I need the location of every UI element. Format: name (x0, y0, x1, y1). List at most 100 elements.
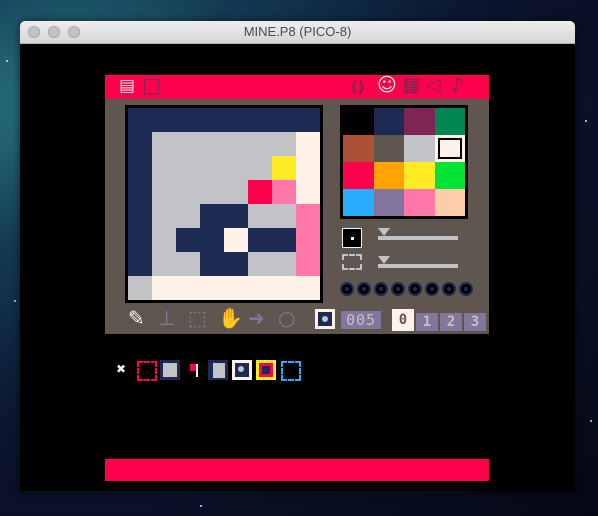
sprite-pixel[interactable] (128, 228, 152, 252)
sprite-pixel[interactable] (248, 108, 272, 132)
sprite-pixel[interactable] (248, 276, 272, 300)
sprite-pixel[interactable] (200, 204, 224, 228)
sprite-pixel[interactable] (152, 108, 176, 132)
sprite-pixel[interactable] (200, 252, 224, 276)
sprite-pixel[interactable] (200, 276, 224, 300)
sprite-canvas[interactable] (128, 108, 320, 300)
sprite-pixel[interactable] (248, 252, 272, 276)
sprite-flag-toggle[interactable] (408, 282, 422, 296)
sprite-pixel[interactable] (224, 228, 248, 252)
sprite-pixel[interactable] (272, 108, 296, 132)
palette-swatch[interactable] (343, 108, 374, 135)
circle-tool-icon[interactable]: ○ (278, 307, 295, 329)
sprite-pixel[interactable] (296, 180, 320, 204)
palette-swatch[interactable] (373, 189, 404, 216)
sprite-pixel[interactable] (272, 156, 296, 180)
palette-swatch[interactable] (343, 135, 374, 162)
sprite-pixel[interactable] (224, 132, 248, 156)
sprite-flag-toggle[interactable] (391, 282, 405, 296)
palette-swatch-selected[interactable] (434, 135, 465, 162)
sprite-pixel[interactable] (224, 180, 248, 204)
sprite-pixel[interactable] (176, 204, 200, 228)
sprite-tab-icon[interactable]: ☺ (377, 75, 397, 95)
sprite-pixel[interactable] (272, 252, 296, 276)
palette-swatch[interactable] (434, 189, 465, 216)
palette-swatch[interactable] (404, 135, 435, 162)
palette-swatch[interactable] (373, 162, 404, 189)
sprite-pixel[interactable] (248, 204, 272, 228)
stamp-tool-icon[interactable]: ⊥ (158, 307, 175, 329)
sprite-pixel[interactable] (152, 252, 176, 276)
sprite-pixel[interactable] (296, 228, 320, 252)
pencil-tool-icon[interactable]: ✎ (128, 307, 145, 329)
sprite-pixel[interactable] (272, 180, 296, 204)
mine-tile-icon[interactable] (232, 360, 252, 380)
sprite-pixel[interactable] (272, 276, 296, 300)
sprite-pixel[interactable] (176, 180, 200, 204)
sprite-pixel[interactable] (152, 132, 176, 156)
sprite-flag-toggle[interactable] (459, 282, 473, 296)
palette-swatch[interactable] (434, 108, 465, 135)
sprite-pixel[interactable] (200, 156, 224, 180)
code-editor-tab-icon[interactable]: ▤ (119, 76, 135, 96)
sprite-pixel[interactable] (128, 180, 152, 204)
sprite-pixel[interactable] (248, 228, 272, 252)
sprite-pixel[interactable] (296, 204, 320, 228)
sprite-pixel[interactable] (128, 276, 152, 300)
palette-swatch[interactable] (404, 189, 435, 216)
sheet-tab-3[interactable]: 3 (464, 313, 486, 331)
sprite-pixel[interactable] (200, 180, 224, 204)
sprite-pixel[interactable] (296, 276, 320, 300)
sprite-pixel[interactable] (152, 276, 176, 300)
palette-swatch[interactable] (343, 162, 374, 189)
sprite-pixel[interactable] (152, 204, 176, 228)
sprite-pixel[interactable] (296, 156, 320, 180)
music-tab-icon[interactable]: ♪ (451, 75, 463, 95)
dashed-frame-tile-icon[interactable] (136, 360, 157, 381)
palette-swatch[interactable] (404, 108, 435, 135)
sprite-flag-toggle[interactable] (442, 282, 456, 296)
sprite-pixel[interactable] (200, 132, 224, 156)
palette-swatch[interactable] (404, 162, 435, 189)
brush-size-slider[interactable] (378, 236, 458, 240)
sprite-pixel[interactable] (296, 252, 320, 276)
sprite-pixel[interactable] (296, 132, 320, 156)
sprite-pixel[interactable] (176, 228, 200, 252)
code-tab-icon[interactable]: () (351, 77, 365, 97)
sprite-pixel[interactable] (272, 228, 296, 252)
sprite-pixel[interactable] (272, 132, 296, 156)
sprite-pixel[interactable] (248, 180, 272, 204)
sprite-pixel[interactable] (128, 108, 152, 132)
sheet-tab-2[interactable]: 2 (440, 313, 462, 331)
sheet-tab-0[interactable]: 0 (392, 309, 414, 331)
dark-frame-tile-icon[interactable] (208, 360, 228, 380)
sprite-pixel[interactable] (224, 156, 248, 180)
sprite-pixel[interactable] (272, 204, 296, 228)
sprite-pixel[interactable] (128, 156, 152, 180)
palette-swatch[interactable] (343, 189, 374, 216)
sprite-pixel[interactable] (128, 252, 152, 276)
map-tab-icon[interactable]: ▦ (402, 75, 420, 95)
sprite-pixel[interactable] (224, 204, 248, 228)
sprite-flag-toggle[interactable] (425, 282, 439, 296)
sprite-pixel[interactable] (200, 228, 224, 252)
sprite-pixel[interactable] (152, 156, 176, 180)
grey-block-tile-icon[interactable] (160, 360, 180, 380)
pan-tool-icon[interactable]: ✋ (218, 307, 243, 329)
red-flag-tile-icon[interactable] (184, 360, 204, 380)
sprite-pixel[interactable] (176, 108, 200, 132)
fill-tool-icon[interactable]: ➜ (248, 307, 265, 329)
empty-tile-icon[interactable]: ✖ (112, 360, 132, 380)
palette-swatch[interactable] (434, 162, 465, 189)
zoom-slider[interactable] (378, 264, 458, 268)
palette-swatch[interactable] (373, 135, 404, 162)
palette-swatch[interactable] (373, 108, 404, 135)
sfx-tab-icon[interactable]: ◁ (426, 75, 441, 95)
sprite-flag-toggle[interactable] (340, 282, 354, 296)
sprite-flag-toggle[interactable] (357, 282, 371, 296)
sprite-pixel[interactable] (176, 276, 200, 300)
sprite-number-field[interactable]: 005 (341, 311, 381, 329)
sprite-pixel[interactable] (224, 252, 248, 276)
mine-exploded-tile-icon[interactable] (256, 360, 276, 380)
sprite-pixel[interactable] (152, 180, 176, 204)
